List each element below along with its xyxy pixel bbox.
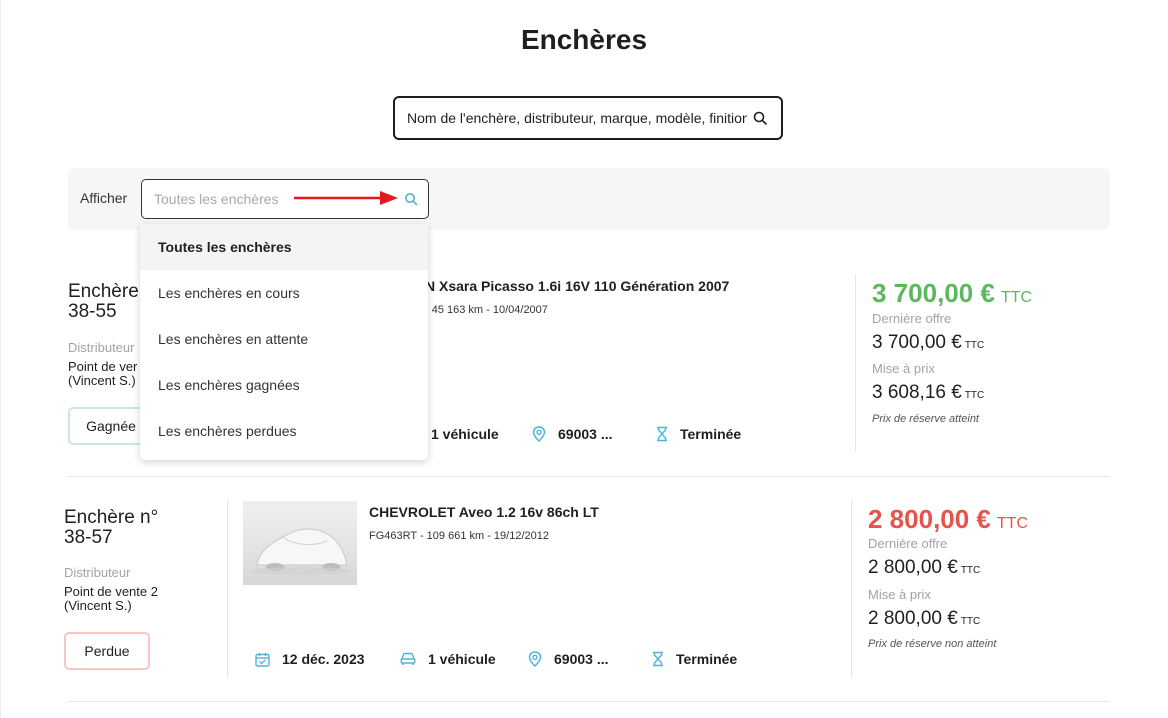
dropdown-option-lost[interactable]: Les enchères perdues (140, 408, 428, 454)
search-icon[interactable] (753, 111, 767, 125)
current-price: 2 800,00 € TTC (868, 504, 1028, 534)
vehicle-thumbnail[interactable] (243, 501, 357, 585)
car-icon (400, 652, 416, 666)
filter-label: Afficher (80, 190, 128, 206)
auction-date: 12 déc. 2023 (255, 651, 365, 667)
start-price-label: Mise à prix (872, 361, 935, 376)
vehicle-title[interactable]: N Xsara Picasso 1.6i 16V 110 Génération … (425, 278, 729, 294)
vehicle-count: 1 véhicule (400, 651, 496, 667)
card-divider (68, 701, 1110, 702)
calendar-icon (255, 652, 270, 667)
vehicle-title[interactable]: CHEVROLET Aveo 1.2 16v 86ch LT (369, 504, 599, 520)
auction-name: Enchère n° 38-57 (64, 507, 159, 548)
last-offer-label: Dernière offre (872, 311, 952, 326)
reserve-status: Prix de réserve atteint (872, 413, 979, 425)
red-arrow-annotation (294, 191, 398, 205)
distributor-label: Distributeur (64, 565, 131, 580)
search-box[interactable] (393, 96, 783, 140)
auction-card[interactable]: Enchère n° 38-57 Distributeur Point de v… (0, 496, 1168, 696)
last-offer-value: 2 800,00 € TTC (868, 557, 981, 578)
dropdown-option-pending[interactable]: Les enchères en attente (140, 316, 428, 362)
filter-bar: Afficher (68, 168, 1110, 230)
dropdown-option-in-progress[interactable]: Les enchères en cours (140, 270, 428, 316)
current-price: 3 700,00 € TTC (872, 278, 1032, 308)
vehicle-count: 1 véhicule (431, 426, 499, 442)
distributor-value: Point de ver (Vincent S.) (68, 359, 138, 388)
search-input[interactable] (407, 110, 747, 126)
hourglass-icon (652, 651, 664, 667)
distributor-value: Point de vente 2 (Vincent S.) (64, 584, 158, 613)
auction-name: Enchère 38-55 (68, 281, 139, 322)
vehicle-subtitle: FG463RT - 109 661 km - 19/12/2012 (369, 530, 549, 542)
location-pin-icon (528, 651, 542, 667)
dropdown-option-won[interactable]: Les enchères gagnées (140, 362, 428, 408)
card-left-divider (227, 500, 228, 678)
distributor-label: Distributeur (68, 340, 135, 355)
location-pin-icon (532, 426, 546, 442)
location: 69003 ... (532, 426, 613, 442)
card-divider (68, 476, 1110, 477)
reserve-status: Prix de réserve non atteint (868, 638, 997, 650)
hourglass-icon (656, 426, 668, 442)
dropdown-option-all[interactable]: Toutes les enchères (140, 224, 428, 270)
last-offer-label: Dernière offre (868, 536, 948, 551)
search-icon[interactable] (404, 192, 418, 206)
location: 69003 ... (528, 651, 609, 667)
status-badge: Perdue (64, 632, 150, 670)
auction-state: Terminée (652, 651, 737, 667)
last-offer-value: 3 700,00 € TTC (872, 332, 985, 353)
page-title: Enchères (520, 24, 648, 55)
start-price-label: Mise à prix (868, 587, 931, 602)
covered-car-image (251, 528, 351, 575)
start-price-value: 3 608,16 € TTC (872, 382, 985, 403)
price-divider (851, 500, 852, 678)
filter-dropdown: Toutes les enchères Les enchères en cour… (140, 224, 428, 460)
auction-state: Terminée (656, 426, 741, 442)
vehicle-subtitle: - 45 163 km - 10/04/2007 (425, 304, 548, 316)
price-divider (855, 274, 856, 452)
start-price-value: 2 800,00 € TTC (868, 608, 981, 629)
